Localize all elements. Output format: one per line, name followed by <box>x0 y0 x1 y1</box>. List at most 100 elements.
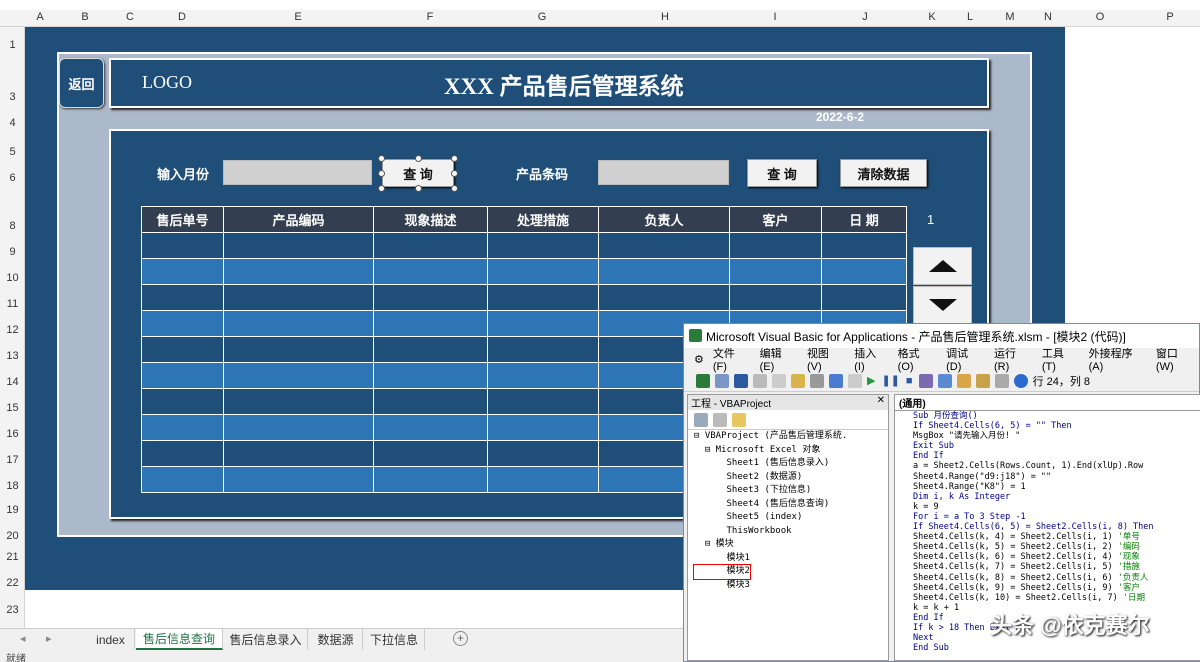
toolbox-icon[interactable] <box>994 373 1009 388</box>
menu-view[interactable]: 视图(V) <box>800 345 847 373</box>
tree-item[interactable]: ⊟ 模块 <box>694 538 888 552</box>
row-header[interactable]: 18 <box>0 480 25 492</box>
column-header[interactable]: P <box>1160 11 1180 23</box>
table-cell[interactable] <box>141 466 224 493</box>
table-cell[interactable] <box>598 284 730 311</box>
find-icon[interactable] <box>810 373 824 388</box>
tree-item[interactable]: Sheet3 (下拉信息) <box>694 484 888 498</box>
tab-after-sales-query[interactable]: 售后信息查询 <box>136 629 223 650</box>
table-cell[interactable] <box>223 284 374 311</box>
tab-index[interactable]: index <box>87 629 135 650</box>
tree-item[interactable]: Sheet1 (售后信息录入) <box>694 457 888 471</box>
menu-run[interactable]: 运行(R) <box>987 345 1035 373</box>
column-header[interactable]: K <box>922 11 942 23</box>
copy-icon[interactable] <box>772 373 786 388</box>
row-header[interactable]: 15 <box>0 402 25 414</box>
menu-debug[interactable]: 调试(D) <box>939 345 987 373</box>
tab-dropdown-info[interactable]: 下拉信息 <box>364 629 425 650</box>
barcode-input[interactable] <box>598 160 729 185</box>
paste-icon[interactable] <box>791 373 805 388</box>
table-cell[interactable] <box>598 232 730 259</box>
table-cell[interactable] <box>729 284 822 311</box>
table-cell[interactable] <box>373 232 488 259</box>
table-cell[interactable] <box>223 258 374 285</box>
column-header[interactable]: A <box>30 11 50 23</box>
redo-icon[interactable] <box>848 373 862 388</box>
table-cell[interactable] <box>373 362 488 389</box>
table-cell[interactable] <box>223 388 374 415</box>
query-barcode-button[interactable]: 查 询 <box>747 159 817 187</box>
run-icon[interactable]: ▶ <box>867 374 875 387</box>
table-cell[interactable] <box>223 440 374 467</box>
insert-icon[interactable] <box>715 373 729 388</box>
table-cell[interactable] <box>373 388 488 415</box>
clear-data-button[interactable]: 清除数据 <box>840 159 927 187</box>
toggle-folders-icon[interactable] <box>732 412 746 427</box>
table-cell[interactable] <box>487 388 599 415</box>
table-cell[interactable] <box>373 258 488 285</box>
stop-icon[interactable]: ■ <box>906 375 913 387</box>
table-cell[interactable] <box>141 336 224 363</box>
table-cell[interactable] <box>487 362 599 389</box>
tree-item[interactable]: ThisWorkbook <box>694 525 888 539</box>
table-cell[interactable] <box>373 440 488 467</box>
table-cell[interactable] <box>487 284 599 311</box>
month-input[interactable] <box>223 160 372 185</box>
row-header[interactable]: 8 <box>0 220 25 232</box>
cut-icon[interactable] <box>753 373 767 388</box>
row-header[interactable]: 14 <box>0 376 25 388</box>
project-explorer-icon[interactable] <box>937 373 952 388</box>
table-cell[interactable] <box>729 232 822 259</box>
selection-handle[interactable] <box>451 170 458 177</box>
row-header[interactable]: 6 <box>0 172 25 184</box>
close-icon[interactable]: ✕ <box>877 395 885 406</box>
tab-data-source[interactable]: 数据源 <box>309 629 363 650</box>
table-cell[interactable] <box>487 258 599 285</box>
table-cell[interactable] <box>141 284 224 311</box>
tab-scroll-left-icon[interactable]: ◂ <box>20 632 26 645</box>
table-cell[interactable] <box>487 466 599 493</box>
table-cell[interactable] <box>373 466 488 493</box>
selection-handle[interactable] <box>378 170 385 177</box>
pause-icon[interactable]: ❚❚ <box>881 374 899 387</box>
table-cell[interactable] <box>223 310 374 337</box>
row-header[interactable]: 20 <box>0 530 25 542</box>
table-cell[interactable] <box>373 336 488 363</box>
menu-insert[interactable]: 插入(I) <box>847 345 890 373</box>
tree-item[interactable]: 模块1 <box>694 552 888 566</box>
row-header[interactable]: 10 <box>0 272 25 284</box>
table-cell[interactable] <box>487 310 599 337</box>
table-cell[interactable] <box>487 440 599 467</box>
save-icon[interactable] <box>734 373 748 388</box>
table-cell[interactable] <box>487 414 599 441</box>
column-header[interactable]: B <box>75 11 95 23</box>
table-cell[interactable] <box>141 310 224 337</box>
tree-item[interactable]: ⊟ Microsoft Excel 对象 <box>694 444 888 458</box>
undo-icon[interactable] <box>829 373 843 388</box>
tree-item[interactable]: 模块2 <box>693 564 751 580</box>
object-browser-icon[interactable] <box>975 373 990 388</box>
menu-format[interactable]: 格式(O) <box>891 345 939 373</box>
selection-handle[interactable] <box>415 155 422 162</box>
properties-icon[interactable] <box>956 373 971 388</box>
column-header[interactable]: F <box>420 11 440 23</box>
column-header[interactable]: L <box>960 11 980 23</box>
table-cell[interactable] <box>223 362 374 389</box>
column-header[interactable]: E <box>288 11 308 23</box>
view-object-icon[interactable] <box>713 412 727 427</box>
object-dropdown[interactable]: (通用) <box>895 395 1200 411</box>
selection-handle[interactable] <box>378 185 385 192</box>
table-cell[interactable] <box>141 258 224 285</box>
column-header[interactable]: O <box>1090 11 1110 23</box>
row-header[interactable]: 13 <box>0 350 25 362</box>
table-cell[interactable] <box>821 284 907 311</box>
tree-item[interactable]: ⊟ VBAProject (产品售后管理系统. <box>694 430 888 444</box>
add-sheet-icon[interactable]: + <box>453 631 468 646</box>
table-cell[interactable] <box>141 440 224 467</box>
row-header[interactable]: 9 <box>0 246 25 258</box>
menu-tools[interactable]: 工具(T) <box>1035 345 1082 373</box>
table-cell[interactable] <box>729 258 822 285</box>
table-cell[interactable] <box>373 310 488 337</box>
column-header[interactable]: M <box>1000 11 1020 23</box>
row-header[interactable]: 21 <box>0 551 25 563</box>
